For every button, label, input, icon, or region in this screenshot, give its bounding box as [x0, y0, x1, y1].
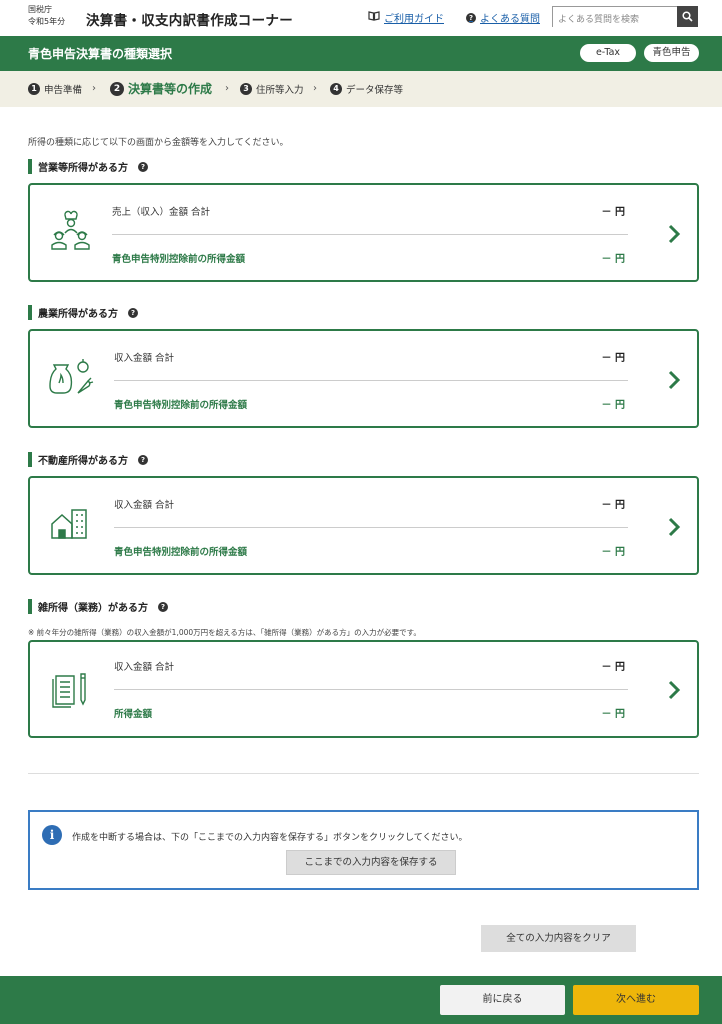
section-heading-business: 営業等所得がある方 ?	[28, 159, 148, 174]
card-real-estate-income[interactable]: 収入金額 合計 － 円 青色申告特別控除前の所得金額 － 円	[28, 476, 699, 575]
chevron-right-icon: ›	[225, 83, 229, 94]
book-icon	[368, 11, 380, 24]
revenue-total-value: － 円	[601, 662, 625, 673]
income-amount-value: － 円	[601, 709, 625, 720]
pre-deduction-income-label: 青色申告特別控除前の所得金額	[114, 547, 248, 558]
chevron-right-icon[interactable]	[667, 679, 681, 701]
revenue-total-label: 収入金額 合計	[114, 500, 175, 511]
etax-badge: e-Tax	[580, 44, 636, 62]
save-info-box: i 作成を中断する場合は、下の「ここまでの入力内容を保存する」ボタンをクリックし…	[28, 810, 699, 890]
section-heading-label: 雑所得（業務）がある方	[38, 603, 148, 614]
step-1: 1 申告準備	[28, 82, 82, 96]
section-heading-real-estate: 不動産所得がある方 ?	[28, 452, 148, 467]
tax-year: 令和5年分	[28, 17, 66, 26]
revenue-total-label: 収入金額 合計	[114, 662, 175, 673]
faq-search	[552, 6, 698, 30]
agency-name: 国税庁	[28, 5, 52, 14]
chevron-right-icon[interactable]	[667, 223, 681, 245]
misc-income-note: ※ 前々年分の雑所得（業務）の収入金額が1,000万円を超える方は、「雑所得（業…	[28, 628, 421, 637]
divider	[114, 527, 628, 528]
step-label: 住所等入力	[256, 85, 304, 96]
sales-total-value: － 円	[601, 207, 625, 218]
section-heading-label: 農業所得がある方	[38, 309, 118, 320]
section-heading-label: 不動産所得がある方	[38, 456, 128, 467]
card-business-income[interactable]: 売上（収入）金額 合計 － 円 青色申告特別控除前の所得金額 － 円	[28, 183, 699, 282]
step-2-current: 2 決算書等の作成	[110, 80, 212, 97]
pre-deduction-income-label: 青色申告特別控除前の所得金額	[112, 254, 246, 265]
section-heading-label: 営業等所得がある方	[38, 163, 128, 174]
help-icon[interactable]: ?	[138, 161, 148, 172]
next-button[interactable]: 次へ進む	[573, 985, 699, 1015]
site-title[interactable]: 決算書・収支内訳書作成コーナー	[86, 9, 293, 29]
step-number: 3	[240, 83, 252, 95]
revenue-total-label: 収入金額 合計	[114, 353, 175, 364]
page-header-bar: 青色申告決算書の種類選択 e-Tax 青色申告	[0, 36, 722, 71]
revenue-total-value: － 円	[601, 353, 625, 364]
divider	[112, 234, 628, 235]
guide-link-label[interactable]: ご利用ガイド	[384, 10, 444, 25]
divider	[114, 380, 628, 381]
card-agriculture-income[interactable]: 収入金額 合計 － 円 青色申告特別控除前の所得金額 － 円	[28, 329, 699, 428]
real-estate-icon	[51, 509, 87, 539]
help-icon[interactable]: ?	[128, 307, 138, 318]
blue-return-badge: 青色申告	[644, 44, 699, 62]
step-label: データ保存等	[346, 85, 404, 96]
faq-link-label[interactable]: よくある質問	[480, 10, 540, 25]
help-icon[interactable]: ?	[138, 454, 148, 465]
step-label: 申告準備	[44, 85, 83, 96]
search-icon	[682, 11, 693, 22]
search-input[interactable]	[553, 10, 677, 30]
page-title: 青色申告決算書の種類選択	[28, 47, 173, 61]
info-icon: i	[42, 825, 62, 845]
documents-icon	[52, 673, 86, 708]
footer-nav: 前に戻る 次へ進む	[0, 976, 722, 1024]
chevron-right-icon: ›	[92, 83, 96, 94]
intro-text: 所得の種類に応じて以下の画面から金額等を入力してください。	[28, 138, 289, 148]
business-workers-icon	[51, 210, 90, 250]
agency-label: 国税庁 令和5年分	[28, 4, 65, 28]
question-icon: ?	[466, 12, 476, 23]
clear-all-button[interactable]: 全ての入力内容をクリア	[481, 925, 636, 952]
card-misc-business-income[interactable]: 収入金額 合計 － 円 所得金額 － 円	[28, 640, 699, 738]
income-amount-label: 所得金額	[114, 709, 153, 720]
step-number: 2	[110, 81, 124, 96]
progress-steps: 1 申告準備 › 2 決算書等の作成 › 3 住所等入力 › 4 データ保存等	[0, 71, 722, 107]
chevron-right-icon: ›	[313, 83, 317, 94]
step-3: 3 住所等入力	[240, 82, 304, 96]
step-number: 4	[330, 83, 342, 95]
guide-link[interactable]: ご利用ガイド	[368, 10, 444, 25]
section-heading-agriculture: 農業所得がある方 ?	[28, 305, 138, 320]
save-progress-button[interactable]: ここまでの入力内容を保存する	[286, 850, 456, 875]
step-number: 1	[28, 83, 40, 95]
revenue-total-value: － 円	[601, 500, 625, 511]
back-button[interactable]: 前に戻る	[440, 985, 565, 1015]
pre-deduction-income-value: － 円	[601, 547, 625, 558]
faq-link[interactable]: ? よくある質問	[466, 10, 540, 25]
step-4: 4 データ保存等	[330, 82, 403, 96]
farm-produce-icon	[49, 359, 94, 394]
sales-total-label: 売上（収入）金額 合計	[112, 207, 211, 218]
divider	[28, 773, 699, 774]
section-heading-misc-business: 雑所得（業務）がある方 ?	[28, 599, 168, 614]
pre-deduction-income-label: 青色申告特別控除前の所得金額	[114, 400, 248, 411]
help-icon[interactable]: ?	[158, 601, 168, 612]
pre-deduction-income-value: － 円	[601, 254, 625, 265]
pre-deduction-income-value: － 円	[601, 400, 625, 411]
top-header: 国税庁 令和5年分 決算書・収支内訳書作成コーナー ご利用ガイド ? よくある質…	[0, 0, 722, 36]
chevron-right-icon[interactable]	[667, 369, 681, 391]
divider	[114, 689, 628, 690]
save-info-message: 作成を中断する場合は、下の「ここまでの入力内容を保存する」ボタンをクリックしてく…	[72, 833, 468, 843]
chevron-right-icon[interactable]	[667, 516, 681, 538]
search-button[interactable]	[677, 6, 698, 27]
step-label: 決算書等の作成	[128, 82, 213, 96]
